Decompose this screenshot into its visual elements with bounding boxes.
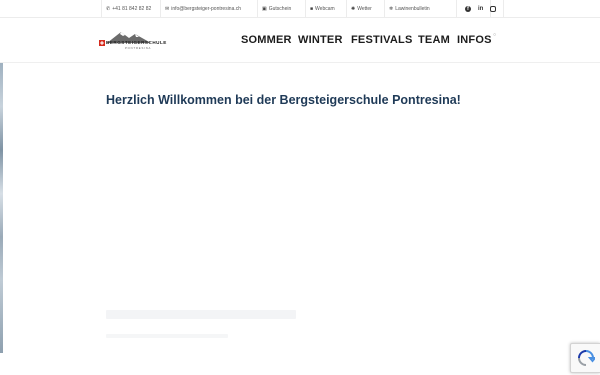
linkedin-icon[interactable]: in xyxy=(478,6,483,12)
snowflake-icon: ❄ xyxy=(389,6,394,12)
faded-subtext xyxy=(106,334,228,338)
logo-text: BERGSTEIGERSCHULE xyxy=(106,40,167,45)
email-link[interactable]: ✉ info@bergsteiger-pontresina.ch xyxy=(160,0,241,18)
page-title: Herzlich Willkommen bei der Bergsteigers… xyxy=(106,93,461,107)
nav-item-sommer[interactable]: SOMMER xyxy=(241,34,292,46)
logo-subtext: PONTRESINA xyxy=(125,46,152,50)
infos-dropdown-icon[interactable]: ○ xyxy=(493,32,496,38)
wetter-link[interactable]: ✺ Wetter xyxy=(346,0,372,18)
wetter-text: Wetter xyxy=(357,6,372,12)
nav-item-winter[interactable]: WINTER xyxy=(298,34,343,46)
gift-icon: ▣ xyxy=(262,6,267,12)
envelope-icon: ✉ xyxy=(165,6,170,12)
top-bar: ✆ +41 81 842 82 82 ✉ info@bergsteiger-po… xyxy=(0,0,600,18)
gutschein-text: Gutschein xyxy=(268,6,292,12)
nav-item-festivals[interactable]: FESTIVALS xyxy=(351,34,413,46)
lawinen-text: Lawinenbulletin xyxy=(395,6,430,12)
site-header: BERGSTEIGERSCHULE PONTRESINA SOMMER WINT… xyxy=(0,18,600,63)
logo[interactable]: BERGSTEIGERSCHULE PONTRESINA xyxy=(99,29,167,51)
gutschein-link[interactable]: ▣ Gutschein xyxy=(257,0,291,18)
side-image-strip xyxy=(0,63,3,353)
nav-item-infos[interactable]: INFOS xyxy=(457,34,492,46)
social-links: f in xyxy=(456,0,505,18)
phone-icon: ✆ xyxy=(106,6,111,12)
email-text: info@bergsteiger-pontresina.ch xyxy=(171,6,242,12)
phone-text: +41 81 842 82 82 xyxy=(112,6,152,12)
nav-item-team[interactable]: TEAM xyxy=(418,34,450,46)
faded-heading xyxy=(106,310,296,319)
recaptcha-badge[interactable] xyxy=(570,343,600,373)
recaptcha-icon xyxy=(577,350,595,366)
sun-icon: ✺ xyxy=(351,6,356,12)
phone-link[interactable]: ✆ +41 81 842 82 82 xyxy=(101,0,151,18)
facebook-icon[interactable]: f xyxy=(465,6,471,12)
video-icon: ■ xyxy=(310,6,314,12)
instagram-icon[interactable] xyxy=(490,6,497,12)
webcam-link[interactable]: ■ Webcam xyxy=(305,0,335,18)
webcam-text: Webcam xyxy=(315,6,335,12)
